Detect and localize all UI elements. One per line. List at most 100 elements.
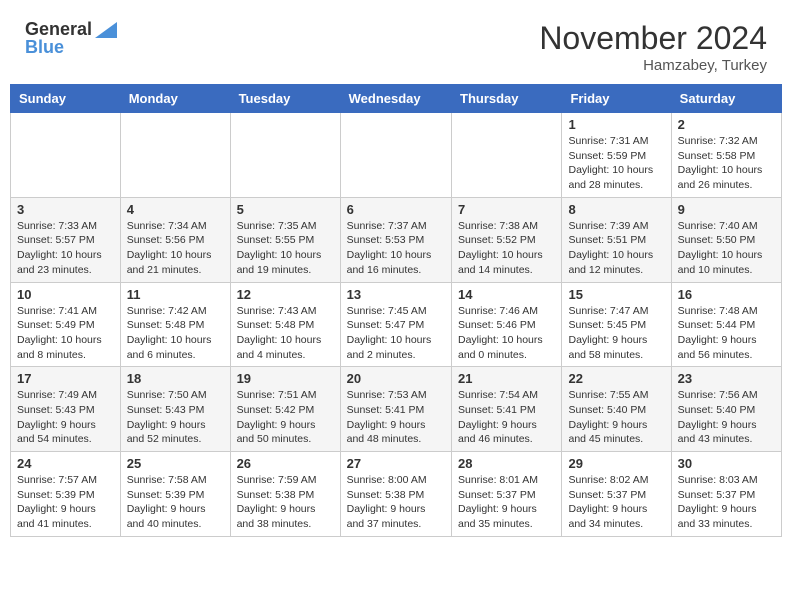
day-number: 13 (347, 287, 445, 302)
day-number: 3 (17, 202, 114, 217)
day-number: 6 (347, 202, 445, 217)
day-number: 1 (568, 117, 664, 132)
calendar-cell: 19 Sunrise: 7:51 AM Sunset: 5:42 PM Dayli… (230, 367, 340, 452)
day-info: Sunrise: 8:00 AM Sunset: 5:38 PM Dayligh… (347, 473, 445, 532)
day-info: Sunrise: 7:33 AM Sunset: 5:57 PM Dayligh… (17, 219, 114, 278)
calendar-week-row: 24 Sunrise: 7:57 AM Sunset: 5:39 PM Dayli… (11, 452, 782, 537)
day-number: 8 (568, 202, 664, 217)
day-info: Sunrise: 7:46 AM Sunset: 5:46 PM Dayligh… (458, 304, 555, 363)
day-info: Sunrise: 7:40 AM Sunset: 5:50 PM Dayligh… (678, 219, 775, 278)
weekday-header-monday: Monday (120, 85, 230, 113)
logo-general-text: General (25, 20, 92, 38)
day-number: 14 (458, 287, 555, 302)
calendar-cell (340, 113, 451, 198)
day-info: Sunrise: 7:41 AM Sunset: 5:49 PM Dayligh… (17, 304, 114, 363)
weekday-header-row: SundayMondayTuesdayWednesdayThursdayFrid… (11, 85, 782, 113)
day-info: Sunrise: 7:48 AM Sunset: 5:44 PM Dayligh… (678, 304, 775, 363)
day-info: Sunrise: 7:55 AM Sunset: 5:40 PM Dayligh… (568, 388, 664, 447)
calendar-cell: 22 Sunrise: 7:55 AM Sunset: 5:40 PM Dayli… (562, 367, 671, 452)
calendar-cell: 18 Sunrise: 7:50 AM Sunset: 5:43 PM Dayli… (120, 367, 230, 452)
day-number: 22 (568, 371, 664, 386)
calendar-cell: 3 Sunrise: 7:33 AM Sunset: 5:57 PM Daylig… (11, 197, 121, 282)
day-info: Sunrise: 7:49 AM Sunset: 5:43 PM Dayligh… (17, 388, 114, 447)
day-info: Sunrise: 7:34 AM Sunset: 5:56 PM Dayligh… (127, 219, 224, 278)
weekday-header-wednesday: Wednesday (340, 85, 451, 113)
calendar-cell: 15Sunrise: 7:47 AM Sunset: 5:45 PM Dayli… (562, 282, 671, 367)
calendar-week-row: 1 Sunrise: 7:31 AM Sunset: 5:59 PM Daylig… (11, 113, 782, 198)
day-number: 16 (678, 287, 775, 302)
calendar-cell: 28 Sunrise: 8:01 AM Sunset: 5:37 PM Dayli… (452, 452, 562, 537)
weekday-header-thursday: Thursday (452, 85, 562, 113)
weekday-header-sunday: Sunday (11, 85, 121, 113)
day-number: 26 (237, 456, 334, 471)
calendar-cell: 9 Sunrise: 7:40 AM Sunset: 5:50 PM Daylig… (671, 197, 781, 282)
calendar-cell: 10Sunrise: 7:41 AM Sunset: 5:49 PM Dayli… (11, 282, 121, 367)
day-info: Sunrise: 7:43 AM Sunset: 5:48 PM Dayligh… (237, 304, 334, 363)
location-subtitle: Hamzabey, Turkey (539, 57, 767, 74)
calendar-cell: 2 Sunrise: 7:32 AM Sunset: 5:58 PM Daylig… (671, 113, 781, 198)
day-number: 2 (678, 117, 775, 132)
calendar-week-row: 3 Sunrise: 7:33 AM Sunset: 5:57 PM Daylig… (11, 197, 782, 282)
day-number: 25 (127, 456, 224, 471)
calendar-cell: 8 Sunrise: 7:39 AM Sunset: 5:51 PM Daylig… (562, 197, 671, 282)
calendar-cell (120, 113, 230, 198)
day-number: 23 (678, 371, 775, 386)
day-number: 29 (568, 456, 664, 471)
day-number: 12 (237, 287, 334, 302)
calendar-cell: 12 Sunrise: 7:43 AM Sunset: 5:48 PM Dayli… (230, 282, 340, 367)
calendar-cell: 11 Sunrise: 7:42 AM Sunset: 5:48 PM Dayli… (120, 282, 230, 367)
day-info: Sunrise: 7:32 AM Sunset: 5:58 PM Dayligh… (678, 134, 775, 193)
weekday-header-saturday: Saturday (671, 85, 781, 113)
title-area: November 2024 Hamzabey, Turkey (539, 20, 767, 74)
day-info: Sunrise: 7:59 AM Sunset: 5:38 PM Dayligh… (237, 473, 334, 532)
day-info: Sunrise: 7:35 AM Sunset: 5:55 PM Dayligh… (237, 219, 334, 278)
day-number: 15 (568, 287, 664, 302)
day-info: Sunrise: 7:50 AM Sunset: 5:43 PM Dayligh… (127, 388, 224, 447)
day-info: Sunrise: 8:03 AM Sunset: 5:37 PM Dayligh… (678, 473, 775, 532)
day-info: Sunrise: 7:39 AM Sunset: 5:51 PM Dayligh… (568, 219, 664, 278)
day-number: 30 (678, 456, 775, 471)
day-number: 27 (347, 456, 445, 471)
day-info: Sunrise: 7:42 AM Sunset: 5:48 PM Dayligh… (127, 304, 224, 363)
calendar-cell: 21Sunrise: 7:54 AM Sunset: 5:41 PM Dayli… (452, 367, 562, 452)
day-info: Sunrise: 7:51 AM Sunset: 5:42 PM Dayligh… (237, 388, 334, 447)
calendar-cell: 29 Sunrise: 8:02 AM Sunset: 5:37 PM Dayli… (562, 452, 671, 537)
calendar-cell: 20 Sunrise: 7:53 AM Sunset: 5:41 PM Dayli… (340, 367, 451, 452)
day-number: 18 (127, 371, 224, 386)
day-info: Sunrise: 7:53 AM Sunset: 5:41 PM Dayligh… (347, 388, 445, 447)
calendar-week-row: 17 Sunrise: 7:49 AM Sunset: 5:43 PM Dayli… (11, 367, 782, 452)
calendar-cell (230, 113, 340, 198)
day-number: 4 (127, 202, 224, 217)
day-number: 20 (347, 371, 445, 386)
day-info: Sunrise: 8:01 AM Sunset: 5:37 PM Dayligh… (458, 473, 555, 532)
calendar-cell: 26 Sunrise: 7:59 AM Sunset: 5:38 PM Dayli… (230, 452, 340, 537)
day-number: 17 (17, 371, 114, 386)
day-info: Sunrise: 7:56 AM Sunset: 5:40 PM Dayligh… (678, 388, 775, 447)
day-info: Sunrise: 7:38 AM Sunset: 5:52 PM Dayligh… (458, 219, 555, 278)
calendar-table: SundayMondayTuesdayWednesdayThursdayFrid… (10, 84, 782, 537)
calendar-cell: 5 Sunrise: 7:35 AM Sunset: 5:55 PM Daylig… (230, 197, 340, 282)
day-info: Sunrise: 7:31 AM Sunset: 5:59 PM Dayligh… (568, 134, 664, 193)
day-number: 19 (237, 371, 334, 386)
day-number: 5 (237, 202, 334, 217)
calendar-cell: 7 Sunrise: 7:38 AM Sunset: 5:52 PM Daylig… (452, 197, 562, 282)
weekday-header-tuesday: Tuesday (230, 85, 340, 113)
month-title: November 2024 (539, 20, 767, 57)
day-info: Sunrise: 7:57 AM Sunset: 5:39 PM Dayligh… (17, 473, 114, 532)
calendar-cell: 30 Sunrise: 8:03 AM Sunset: 5:37 PM Dayli… (671, 452, 781, 537)
calendar-cell: 27 Sunrise: 8:00 AM Sunset: 5:38 PM Dayli… (340, 452, 451, 537)
day-number: 28 (458, 456, 555, 471)
day-number: 11 (127, 287, 224, 302)
day-info: Sunrise: 7:37 AM Sunset: 5:53 PM Dayligh… (347, 219, 445, 278)
logo-blue-text: Blue (25, 37, 64, 57)
day-info: Sunrise: 8:02 AM Sunset: 5:37 PM Dayligh… (568, 473, 664, 532)
day-number: 9 (678, 202, 775, 217)
day-info: Sunrise: 7:45 AM Sunset: 5:47 PM Dayligh… (347, 304, 445, 363)
day-number: 7 (458, 202, 555, 217)
calendar-cell: 13 Sunrise: 7:45 AM Sunset: 5:47 PM Dayli… (340, 282, 451, 367)
calendar-cell: 24 Sunrise: 7:57 AM Sunset: 5:39 PM Dayli… (11, 452, 121, 537)
logo-icon (95, 22, 117, 38)
day-number: 24 (17, 456, 114, 471)
calendar-cell: 1 Sunrise: 7:31 AM Sunset: 5:59 PM Daylig… (562, 113, 671, 198)
calendar-cell (11, 113, 121, 198)
